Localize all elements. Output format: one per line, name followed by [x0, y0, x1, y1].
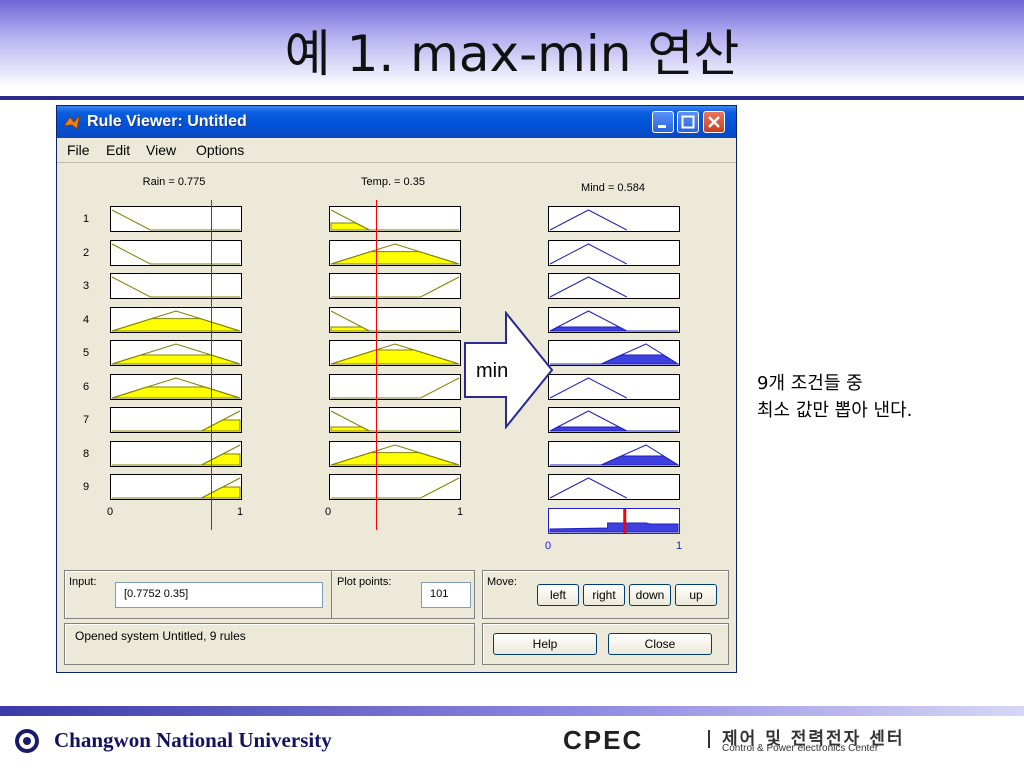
row-number: 5 [83, 347, 90, 359]
rain-value-line [211, 200, 213, 530]
rain-tick-0: 0 [107, 506, 114, 518]
maximize-button[interactable] [677, 111, 699, 133]
row-number: 8 [83, 447, 90, 460]
mind-mf-plot [548, 340, 680, 366]
temp-tick-1: 1 [457, 506, 464, 518]
temp-mf-plot [329, 440, 461, 467]
cpec-logo: CPEC [563, 725, 644, 755]
row-number: 1 [83, 213, 90, 225]
help-button[interactable]: Help [493, 633, 597, 655]
menu-view[interactable]: View [146, 142, 176, 158]
rain-mf-plot [110, 206, 242, 232]
temp-mf-plot [329, 306, 461, 333]
side-note: 9개 조건들 중 최소 값만 뽑아 낸다. [757, 370, 912, 424]
rule-viewer-window: Rule Viewer: Untitled File Edit View Opt… [56, 105, 737, 673]
rain-mf-plot [110, 273, 242, 299]
footer-divider [708, 730, 710, 748]
row-number: 7 [83, 414, 90, 426]
mind-mf-plot [548, 273, 680, 299]
temp-mf-plot [329, 340, 461, 366]
move-panel: Move: left right down up [482, 570, 729, 619]
mind-header: Mind = 0.584 [581, 182, 645, 194]
close-button[interactable]: Close [608, 633, 712, 655]
mind-mf-plot [548, 239, 680, 266]
university-name: Changwon National University [54, 728, 332, 752]
menu-options[interactable]: Options [196, 142, 244, 158]
move-left-button[interactable]: left [537, 584, 579, 606]
slide-header: 예 1. max-min 연산 [0, 0, 1024, 100]
maximize-icon [681, 115, 695, 129]
slide-title: 예 1. max-min 연산 [284, 25, 740, 83]
rain-mf-plot [110, 340, 242, 366]
arrow-label: min [476, 360, 509, 382]
rain-mf-plot [110, 407, 242, 433]
note-line-2: 최소 값만 뽑아 낸다. [757, 400, 913, 421]
temp-header: Temp. = 0.35 [361, 176, 425, 188]
menu-file[interactable]: File [67, 142, 90, 158]
mind-tick-1: 1 [676, 540, 683, 552]
rain-mf-plot [110, 239, 242, 266]
aggregate-output-plot [548, 507, 680, 534]
row-number: 6 [83, 380, 90, 393]
move-label: Move: [487, 576, 517, 588]
help-close-panel: Help Close [482, 623, 729, 665]
temp-mf-plot [329, 239, 461, 266]
university-logo-icon [15, 729, 39, 753]
close-icon [708, 116, 720, 128]
title-bar[interactable]: Rule Viewer: Untitled [57, 106, 736, 138]
rain-header: Rain = 0.775 [142, 176, 206, 188]
move-down-button[interactable]: down [629, 584, 671, 606]
plot-points-label: Plot points: [337, 576, 392, 588]
rain-mf-plot [110, 306, 242, 333]
minimize-button[interactable] [652, 111, 674, 133]
input-label: Input: [69, 576, 97, 588]
menu-bar: File Edit View Options [57, 138, 736, 163]
input-field[interactable]: [0.7752 0.35] [115, 582, 323, 608]
close-window-button[interactable] [703, 111, 725, 133]
temp-mf-plot [329, 206, 461, 232]
window-title: Rule Viewer: Untitled [87, 113, 247, 130]
note-line-1: 9개 조건들 중 [757, 373, 863, 394]
mind-mf-plot [548, 440, 680, 467]
row-number: 3 [83, 280, 90, 292]
minimize-icon [658, 125, 666, 128]
row-number: 9 [83, 481, 90, 493]
move-up-button[interactable]: up [675, 584, 717, 606]
rain-tick-1: 1 [237, 506, 244, 518]
input-panel: Input: [0.7752 0.35] Plot points: 101 [64, 570, 475, 619]
mind-mf-plot [548, 206, 680, 232]
status-text: Opened system Untitled, 9 rules [75, 629, 246, 643]
panel-divider [331, 571, 332, 618]
header-rule [0, 96, 1024, 100]
temp-mf-plot [329, 273, 461, 299]
mind-mf-plot [548, 373, 680, 400]
center-name-english: Control & Power electronics Center [722, 743, 879, 754]
mind-mf-plot [548, 306, 680, 333]
mind-mf-plot [548, 407, 680, 433]
temp-tick-0: 0 [325, 506, 332, 518]
temp-value-line [375, 200, 377, 530]
footer-bar [0, 706, 1024, 716]
temp-mf-plot [329, 407, 461, 433]
mind-tick-0: 0 [545, 540, 552, 552]
matlab-icon [63, 114, 81, 130]
rain-mf-plot [110, 474, 242, 500]
rain-mf-plot [110, 440, 242, 467]
row-number: 2 [83, 246, 90, 259]
row-number: 4 [83, 313, 90, 326]
plot-points-field[interactable]: 101 [421, 582, 471, 608]
rain-mf-plot [110, 373, 242, 400]
temp-mf-plot [329, 373, 461, 400]
mind-mf-plot [548, 474, 680, 500]
temp-mf-plot [329, 474, 461, 500]
menu-edit[interactable]: Edit [106, 142, 130, 158]
move-right-button[interactable]: right [583, 584, 625, 606]
